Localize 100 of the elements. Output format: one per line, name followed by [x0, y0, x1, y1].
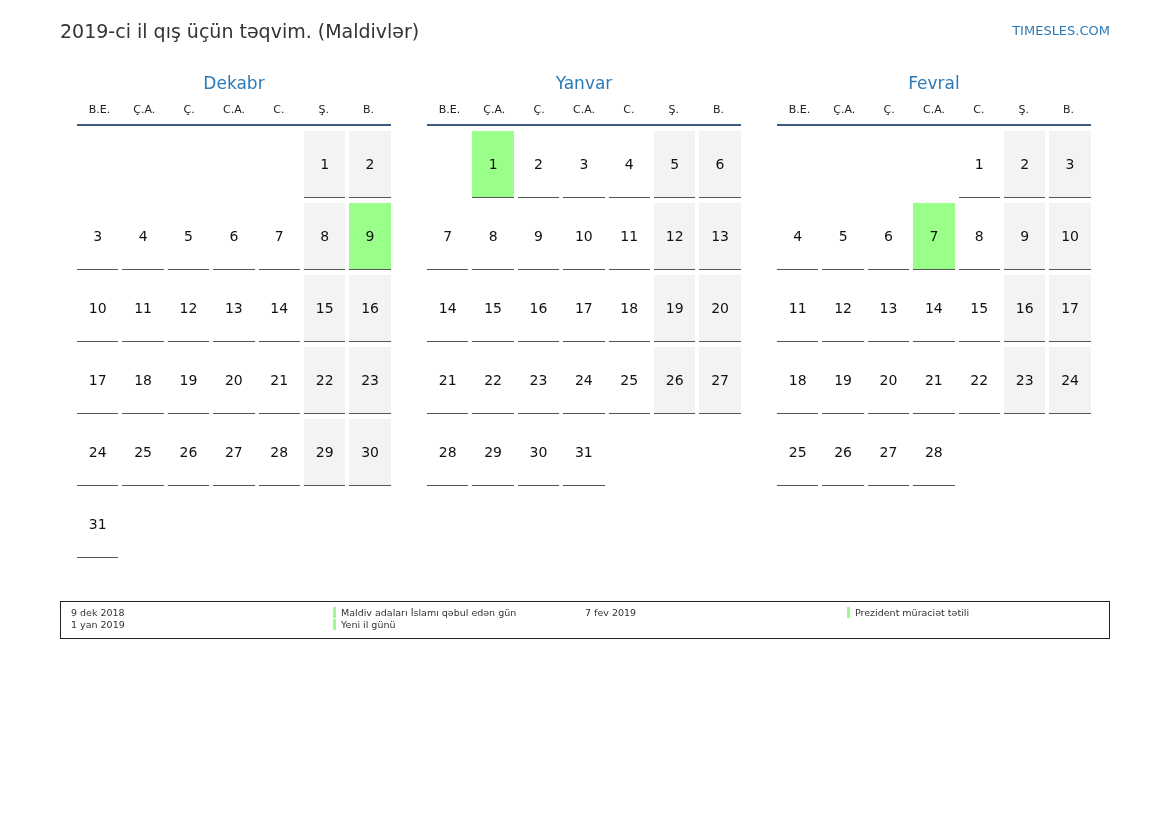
day-cell: 30: [517, 419, 560, 486]
day-cell: 1: [303, 131, 346, 198]
day-cell: 3: [563, 131, 605, 198]
day-cell: 17: [77, 347, 119, 414]
day-cell: 26: [167, 419, 210, 486]
weekday-label: Ç.: [183, 103, 195, 116]
day-cell: 2: [517, 131, 560, 198]
day-cell: 2: [349, 131, 391, 198]
weekday-label: B.: [363, 103, 375, 116]
day-cell: 22: [303, 347, 346, 414]
day-cell: 6: [213, 203, 255, 270]
day-cell: 5: [653, 131, 696, 198]
day-cell: 19: [653, 275, 696, 342]
day-cell: 24: [77, 419, 119, 486]
holiday-date: 1 yan 2019: [71, 619, 125, 630]
weekday-label: Ş.: [318, 103, 329, 116]
day-cell: 20: [699, 275, 741, 342]
month-name: Yanvar: [554, 73, 614, 95]
day-cell: 27: [699, 347, 741, 414]
day-cell: 13: [867, 275, 910, 342]
day-cell: 10: [77, 275, 119, 342]
day-cell: 3: [77, 203, 119, 270]
day-cell: 16: [349, 275, 391, 342]
day-cell: 25: [122, 419, 164, 486]
day-cell: 7: [913, 203, 955, 270]
day-cell: 13: [699, 203, 741, 270]
weekday-label: B.: [713, 103, 725, 116]
day-cell: 2: [1003, 131, 1046, 198]
day-cell: 25: [777, 419, 819, 486]
day-cell: 4: [608, 131, 650, 198]
weekday-label: C.: [623, 103, 635, 116]
day-cell: 18: [608, 275, 650, 342]
day-cell: 15: [303, 275, 346, 342]
site-link[interactable]: TIMESLES.COM: [1012, 22, 1110, 38]
day-cell: 18: [122, 347, 164, 414]
weekday-label: C.: [973, 103, 985, 116]
day-cell: 8: [958, 203, 1000, 270]
day-cell: 12: [822, 275, 864, 342]
day-cell: 9: [517, 203, 560, 270]
day-cell: 10: [563, 203, 605, 270]
holiday-name: Maldiv adaları İslamı qəbul edən gün: [341, 607, 517, 618]
holiday-name: Yeni il günü: [341, 619, 396, 630]
day-cell: 31: [563, 419, 605, 486]
day-cell: 20: [867, 347, 910, 414]
day-cell: 23: [517, 347, 560, 414]
day-cell: 5: [167, 203, 210, 270]
day-cell: 4: [122, 203, 164, 270]
day-cell: 18: [777, 347, 819, 414]
day-cell: 28: [258, 419, 300, 486]
day-cell: 6: [699, 131, 741, 198]
day-cell: 11: [777, 275, 819, 342]
weekday-label: Ç.A.: [833, 103, 856, 116]
holiday-date: 7 fev 2019: [585, 607, 637, 618]
day-cell: 13: [213, 275, 255, 342]
day-cell: 31: [77, 491, 119, 558]
day-cell: 27: [213, 419, 255, 486]
day-cell: 1: [472, 131, 514, 198]
weekday-label: Ç.: [533, 103, 545, 116]
day-cell: 27: [867, 419, 910, 486]
day-cell: 23: [349, 347, 391, 414]
day-cell: 29: [472, 419, 514, 486]
page-title: 2019-ci il qış üçün təqvim. (Maldivlər): [60, 20, 420, 42]
day-cell: 12: [653, 203, 696, 270]
weekday-label: B.E.: [438, 103, 461, 116]
weekday-label: C.A.: [573, 103, 595, 116]
day-cell: 29: [303, 419, 346, 486]
day-cell: 8: [303, 203, 346, 270]
day-cell: 28: [427, 419, 469, 486]
day-cell: 21: [427, 347, 469, 414]
day-cell: 22: [958, 347, 1000, 414]
day-cell: 24: [563, 347, 605, 414]
day-cell: 14: [913, 275, 955, 342]
weekday-label: C.: [273, 103, 285, 116]
weekday-label: Ş.: [668, 103, 679, 116]
day-cell: 12: [167, 275, 210, 342]
day-cell: 17: [563, 275, 605, 342]
month-name: Fevral: [907, 73, 961, 95]
day-cell: 19: [822, 347, 864, 414]
day-cell: 26: [822, 419, 864, 486]
day-cell: 4: [777, 203, 819, 270]
day-cell: 20: [213, 347, 255, 414]
day-cell: 1: [958, 131, 1000, 198]
day-cell: 8: [472, 203, 514, 270]
weekday-label: Ç.: [883, 103, 895, 116]
holiday-name: Prezident müraciət tətili: [855, 607, 970, 618]
day-cell: 14: [258, 275, 300, 342]
weekday-label: B.E.: [88, 103, 111, 116]
day-cell: 26: [653, 347, 696, 414]
weekday-label: C.A.: [923, 103, 945, 116]
day-cell: 11: [122, 275, 164, 342]
weekday-label: Ş.: [1018, 103, 1029, 116]
weekday-label: Ç.A.: [483, 103, 506, 116]
day-cell: 25: [608, 347, 650, 414]
weekday-label: B.E.: [788, 103, 811, 116]
holiday-date: 9 dek 2018: [71, 607, 125, 618]
day-cell: 21: [258, 347, 300, 414]
day-cell: 23: [1003, 347, 1046, 414]
day-cell: 15: [958, 275, 1000, 342]
day-cell: 14: [427, 275, 469, 342]
day-cell: 9: [1003, 203, 1046, 270]
